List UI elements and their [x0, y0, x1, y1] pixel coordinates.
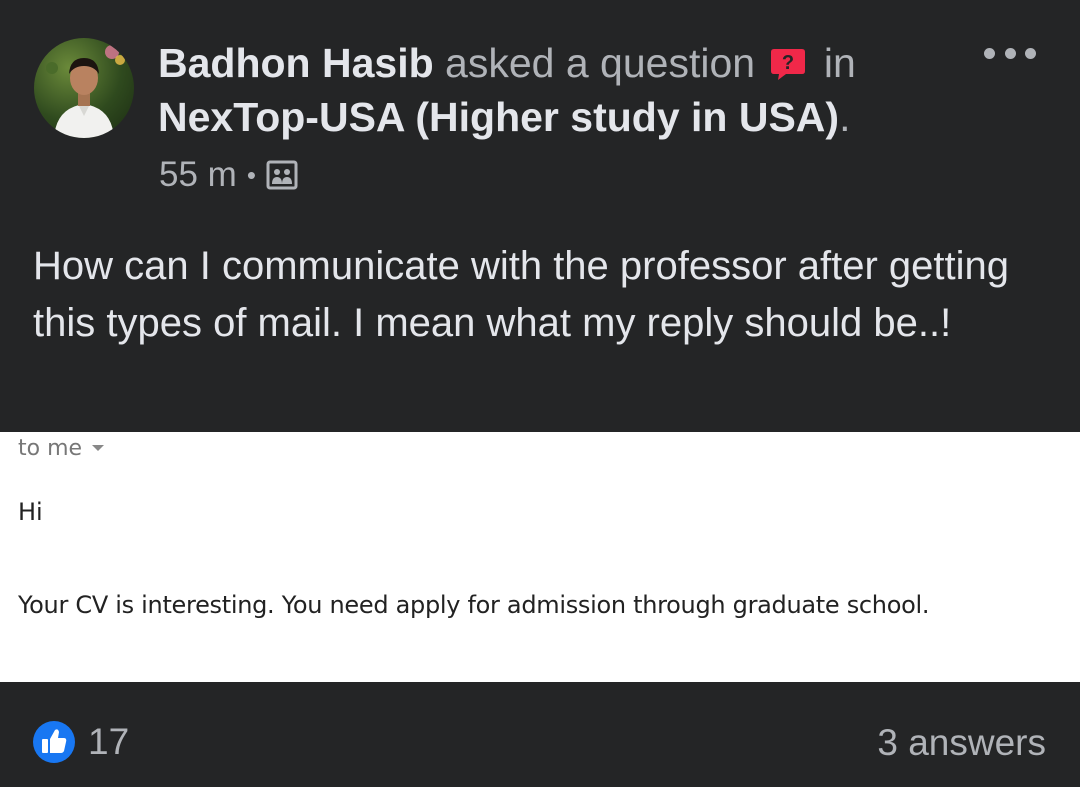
group-name[interactable]: NexTop-USA (Higher study in USA) — [158, 94, 839, 140]
group-icon — [266, 160, 298, 190]
email-greeting: Hi — [18, 498, 43, 526]
meta-separator: • — [246, 159, 256, 190]
like-icon — [33, 721, 75, 763]
more-dot — [984, 47, 995, 59]
reaction-summary[interactable]: 17 — [32, 720, 129, 764]
post-footer: 17 3 answers — [0, 682, 1080, 787]
question-post: Badhon Hasib asked a question ? in NexTo… — [0, 0, 1080, 787]
post-meta: 55 m • — [159, 155, 298, 195]
avatar-image — [46, 45, 125, 138]
question-icon: ? — [771, 49, 806, 80]
post-time[interactable]: 55 m — [159, 155, 237, 195]
post-header: Badhon Hasib asked a question ? in NexTo… — [0, 0, 1080, 220]
svg-text:?: ? — [782, 52, 794, 74]
more-dot — [1004, 47, 1016, 59]
post-headline: Badhon Hasib asked a question ? in NexTo… — [158, 36, 938, 144]
author-name[interactable]: Badhon Hasib — [158, 40, 434, 86]
more-dot — [1025, 47, 1036, 59]
post-action: asked a question — [445, 40, 756, 86]
like-count: 17 — [88, 721, 130, 762]
email-recipient-label: to me — [18, 436, 83, 461]
chevron-down-icon — [92, 445, 105, 451]
attached-email-image[interactable]: to me Hi Your CV is interesting. You nee… — [0, 432, 1080, 682]
answers-link[interactable]: 3 answers — [877, 722, 1046, 764]
email-recipient: to me — [18, 436, 105, 461]
post-preposition: in — [823, 40, 856, 86]
more-options-icon[interactable] — [984, 38, 1036, 68]
headline-period: . — [839, 94, 851, 140]
author-avatar[interactable] — [34, 38, 134, 138]
email-message: Your CV is interesting. You need apply f… — [18, 591, 930, 619]
post-body: How can I communicate with the professor… — [33, 244, 1010, 345]
